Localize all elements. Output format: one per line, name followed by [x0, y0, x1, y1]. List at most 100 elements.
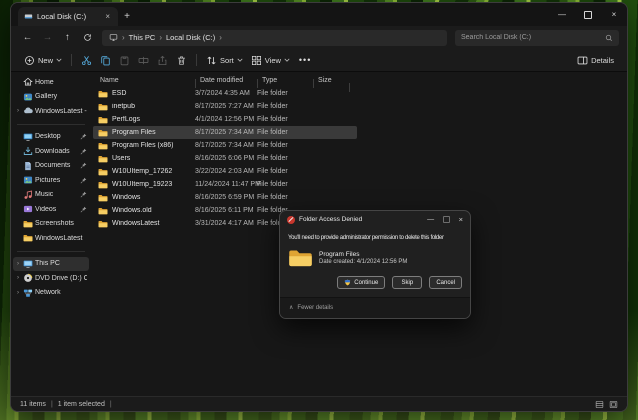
- thispc-icon: [23, 259, 33, 269]
- folder-icon: [98, 194, 108, 202]
- thumbnail-view-toggle-icon[interactable]: [609, 400, 618, 409]
- file-row-perflogs[interactable]: PerfLogs4/1/2024 12:56 PMFile folder: [93, 113, 357, 126]
- sidebar-item-music[interactable]: Music: [13, 188, 89, 203]
- sidebar-item-label: DVD Drive (D:) CCC: [35, 275, 87, 282]
- details-toggle-label: Fewer details: [297, 305, 333, 311]
- sidebar-item-documents[interactable]: Documents: [13, 159, 89, 174]
- dialog-maximize-button[interactable]: [443, 216, 450, 223]
- file-row-inetpub[interactable]: inetpub8/17/2025 7:27 AMFile folder: [93, 100, 357, 113]
- date-modified: 8/16/2025 6:06 PM: [195, 155, 257, 162]
- cancel-button[interactable]: Cancel: [429, 276, 462, 289]
- column-header-name[interactable]: Name: [91, 77, 195, 84]
- new-button[interactable]: New: [20, 52, 66, 69]
- up-button[interactable]: ↑: [59, 30, 76, 46]
- file-type: File folder: [257, 194, 313, 201]
- search-box[interactable]: [455, 30, 619, 46]
- sidebar-item-videos[interactable]: Videos: [13, 202, 89, 217]
- file-row-users[interactable]: Users8/16/2025 6:06 PMFile folder: [93, 152, 357, 165]
- file-type: File folder: [257, 142, 313, 149]
- sidebar-item-dvd-drive-d-ccc[interactable]: ›DVD Drive (D:) CCC: [13, 271, 89, 286]
- date-modified: 11/24/2024 11:47 PM: [195, 181, 257, 188]
- column-header-type[interactable]: Type: [257, 77, 313, 84]
- sidebar-item-downloads[interactable]: Downloads: [13, 144, 89, 159]
- uac-shield-icon: [344, 279, 351, 286]
- file-rows: ESD3/7/2024 4:35 AMFile folderinetpub8/1…: [91, 87, 627, 230]
- date-modified: 4/1/2024 12:56 PM: [195, 116, 257, 123]
- sidebar-item-windowslatest-p[interactable]: ›WindowsLatest - P: [13, 104, 89, 119]
- delete-button[interactable]: [172, 52, 191, 69]
- status-separator: |: [110, 401, 112, 408]
- sort-button[interactable]: Sort: [202, 52, 247, 69]
- refresh-button[interactable]: [79, 30, 96, 46]
- file-name-cell: WindowsLatest: [93, 220, 195, 228]
- view-button-label: View: [265, 56, 281, 65]
- sidebar-item-label: Gallery: [35, 93, 87, 100]
- continue-button[interactable]: Continue: [337, 276, 385, 289]
- column-header-date-modified[interactable]: Date modified: [195, 77, 257, 84]
- folder-icon: [98, 181, 108, 189]
- file-name-cell: ESD: [93, 90, 195, 98]
- column-header-size[interactable]: Size: [313, 77, 349, 84]
- sidebar-item-gallery[interactable]: Gallery: [13, 90, 89, 105]
- network-icon: [23, 288, 33, 298]
- sidebar-item-desktop[interactable]: Desktop: [13, 130, 89, 145]
- toolbar-separator: [196, 54, 197, 66]
- folder-icon: [23, 219, 33, 229]
- close-button[interactable]: ×: [601, 3, 627, 26]
- forward-button[interactable]: →: [39, 30, 56, 46]
- file-name: Program Files: [112, 129, 156, 136]
- file-row-program-files[interactable]: Program Files8/17/2025 7:34 AMFile folde…: [93, 126, 357, 139]
- sidebar-item-screenshots[interactable]: Screenshots: [13, 217, 89, 232]
- file-row-w10uitemp-17262[interactable]: W10UItemp_172623/22/2024 2:03 AMFile fol…: [93, 165, 357, 178]
- search-input[interactable]: [461, 34, 605, 41]
- folder-icon: [98, 103, 108, 111]
- date-modified: 8/16/2025 6:11 PM: [195, 207, 257, 214]
- toolbar-separator: [71, 54, 72, 66]
- breadcrumb[interactable]: › This PC › Local Disk (C:) ›: [102, 30, 447, 46]
- skip-button[interactable]: Skip: [392, 276, 422, 289]
- dialog-window-controls: — ×: [427, 216, 463, 223]
- date-modified: 8/17/2025 7:27 AM: [195, 103, 257, 110]
- breadcrumb-local-disk[interactable]: Local Disk (C:): [166, 33, 215, 42]
- file-row-esd[interactable]: ESD3/7/2024 4:35 AMFile folder: [93, 87, 357, 100]
- sidebar-item-label: Desktop: [35, 133, 77, 140]
- sidebar-item-network[interactable]: ›Network: [13, 286, 89, 301]
- view-button[interactable]: View: [247, 52, 294, 69]
- column-headers: Name Date modified Type Size: [91, 74, 627, 87]
- paste-button[interactable]: [115, 52, 134, 69]
- onedrive-icon: [23, 106, 33, 116]
- new-button-label: New: [38, 56, 53, 65]
- maximize-button[interactable]: [575, 3, 601, 26]
- minimize-button[interactable]: —: [549, 3, 575, 26]
- sidebar-item-pictures[interactable]: Pictures: [13, 173, 89, 188]
- explorer-tab[interactable]: Local Disk (C:) ×: [18, 7, 118, 26]
- dialog-details-toggle[interactable]: ∧ Fewer details: [280, 297, 470, 318]
- sidebar-item-label: Downloads: [35, 148, 77, 155]
- file-row-program-files-x86[interactable]: Program Files (x86)8/17/2025 7:34 AMFile…: [93, 139, 357, 152]
- details-pane-button[interactable]: Details: [573, 52, 618, 69]
- file-row-w10uitemp-19223[interactable]: W10UItemp_1922311/24/2024 11:47 PMFile f…: [93, 178, 357, 191]
- sidebar-item-home[interactable]: Home: [13, 75, 89, 90]
- file-name: PerfLogs: [112, 116, 140, 123]
- sidebar-separator: [17, 124, 85, 125]
- file-name-cell: PerfLogs: [93, 116, 195, 124]
- back-button[interactable]: ←: [19, 30, 36, 46]
- new-tab-button[interactable]: +: [118, 7, 136, 26]
- share-button[interactable]: [153, 52, 172, 69]
- tab-close-button[interactable]: ×: [103, 12, 112, 21]
- breadcrumb-this-pc[interactable]: This PC: [129, 33, 156, 42]
- cut-button[interactable]: [77, 52, 96, 69]
- sidebar-item-label: Videos: [35, 206, 77, 213]
- rename-button[interactable]: [134, 52, 153, 69]
- more-options-button[interactable]: •••: [294, 55, 316, 65]
- maximize-icon: [584, 11, 592, 19]
- sidebar-item-this-pc[interactable]: ›This PC: [13, 257, 89, 272]
- file-row-windows[interactable]: Windows8/16/2025 6:59 PMFile folder: [93, 191, 357, 204]
- details-view-toggle-icon[interactable]: [595, 400, 604, 409]
- dialog-title: Folder Access Denied: [299, 216, 423, 223]
- sidebar-item-windowslatest[interactable]: WindowsLatest: [13, 231, 89, 246]
- dialog-folder-info: Program Files Date created: 4/1/2024 12:…: [280, 245, 470, 273]
- copy-button[interactable]: [96, 52, 115, 69]
- continue-button-label: Continue: [354, 280, 378, 286]
- date-modified: 3/31/2024 4:17 AM: [195, 220, 257, 227]
